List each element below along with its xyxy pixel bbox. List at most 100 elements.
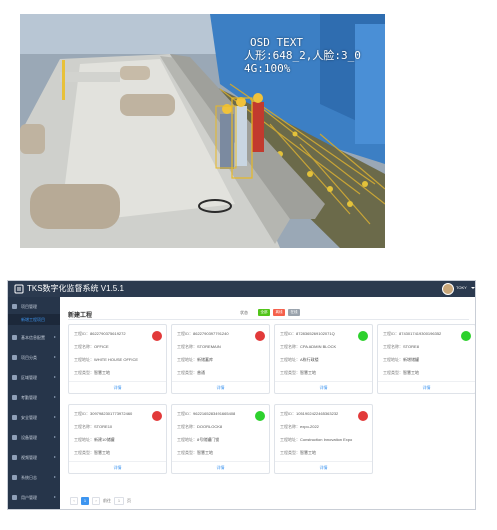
- project-id-value: 8728365269102071Q: [296, 331, 335, 336]
- next-page-button[interactable]: ›: [92, 497, 100, 505]
- project-address-value: 新储蓄库: [197, 357, 213, 362]
- project-type-row: 工程类型：智慧工地: [280, 450, 316, 456]
- project-type-label: 工程类型：: [280, 370, 300, 375]
- status-filter-label: 状态: [240, 310, 248, 315]
- project-name-row: 工程名称：OFFICE: [74, 344, 109, 350]
- project-card[interactable]: 工程ID：3097982301773972460 工程名称：STORE10 工程地址…: [68, 404, 167, 474]
- project-id-row: 工程ID：8728365269102071Q: [280, 331, 335, 337]
- project-id-label: 工程ID：: [383, 331, 399, 336]
- status-indicator-dot: [358, 331, 368, 341]
- goto-label: 前往: [103, 498, 111, 503]
- top-navbar: TKS数字化监督系统 V1.5.1 TOKY: [8, 281, 475, 297]
- sidebar-item-attendance[interactable]: 考勤管理: [8, 392, 60, 403]
- list-icon: [12, 355, 17, 360]
- project-id-value: 9622165283491665408: [193, 411, 236, 416]
- project-card[interactable]: 工程ID：8728365269102071Q 工程名称：CPA ADMIN BLO…: [274, 324, 373, 394]
- card-detail-link[interactable]: 详情: [172, 461, 269, 473]
- status-indicator-dot: [255, 331, 265, 341]
- project-id-row: 工程ID：8622790375619272: [74, 331, 126, 337]
- sidebar-item-label: 项目分类: [21, 354, 37, 360]
- sidebar-item-users[interactable]: 用户管理: [8, 492, 60, 503]
- prev-page-button[interactable]: ‹: [70, 497, 78, 505]
- main-content: 新建工程 状态 全部 离线 在线 工程ID：8622790375619272 工程…: [60, 297, 475, 509]
- project-card[interactable]: 工程ID：8622790375619272 工程名称：OFFICE 工程地址：WHI…: [68, 324, 167, 394]
- project-card[interactable]: 工程ID：1051902422465363232 工程名称：expo-2022 工程…: [274, 404, 373, 474]
- chevron-down-icon[interactable]: [471, 287, 475, 289]
- card-detail-link[interactable]: 详情: [69, 461, 166, 473]
- device-icon: [12, 435, 17, 440]
- video-icon: [12, 455, 17, 460]
- project-type-label: 工程类型：: [177, 450, 197, 455]
- project-address-row: 工程地址：新储蓄库: [177, 357, 213, 363]
- project-type-row: 工程类型：智慧工地: [280, 370, 316, 376]
- pagination: ‹ 1 › 前往 1 页: [70, 497, 131, 505]
- chevron-right-icon: [54, 476, 56, 478]
- card-detail-link[interactable]: 详情: [172, 381, 269, 393]
- project-card[interactable]: 工程ID：8743017419300196352 工程名称：STORE8 工程地址：…: [377, 324, 475, 394]
- sidebar-item-label: 区域管理: [21, 374, 37, 380]
- page-unit-label: 页: [127, 498, 131, 503]
- sidebar-item-video[interactable]: 视频管理: [8, 452, 60, 463]
- sidebar-item-safety[interactable]: 安全管理: [8, 412, 60, 423]
- app-logo-icon: [14, 284, 24, 294]
- project-name-row: 工程名称：STORE8: [383, 344, 419, 350]
- project-name-row: 工程名称：STORE10: [74, 424, 112, 430]
- filter-offline-button[interactable]: 离线: [273, 309, 285, 316]
- page-number-current[interactable]: 1: [81, 497, 89, 505]
- user-name[interactable]: TOKY: [456, 285, 467, 290]
- project-address-value: 新增储罐: [403, 357, 419, 362]
- project-id-row: 工程ID：8622790397791240: [177, 331, 229, 337]
- project-id-row: 工程ID：3097982301773972460: [74, 411, 132, 417]
- sidebar-item-label: 项目管理: [21, 303, 37, 309]
- project-type-value: 智慧工地: [94, 450, 110, 455]
- card-detail-link[interactable]: 详情: [378, 381, 475, 393]
- sidebar-item-new-project[interactable]: 新增工程项目: [8, 314, 60, 325]
- sidebar-item-project-category[interactable]: 项目分类: [8, 352, 60, 363]
- project-type-value: 普通: [197, 370, 205, 375]
- project-id-value: 8743017419300196352: [399, 331, 442, 336]
- project-type-value: 智慧工地: [300, 450, 316, 455]
- chevron-right-icon: [54, 396, 56, 398]
- sidebar-item-system-log[interactable]: 系统日志: [8, 472, 60, 483]
- project-id-value: 8622790375619272: [90, 331, 126, 336]
- project-id-value: 8622790397791240: [193, 331, 229, 336]
- settings-icon: [12, 335, 17, 340]
- project-address-row: 工程地址：新增储罐: [383, 357, 419, 363]
- sidebar-item-label: 基本信息配置: [21, 334, 45, 340]
- card-detail-link[interactable]: 详情: [275, 381, 372, 393]
- project-type-value: 智慧工地: [197, 450, 213, 455]
- project-type-label: 工程类型：: [74, 450, 94, 455]
- sidebar-item-label: 系统日志: [21, 474, 37, 480]
- chevron-right-icon: [54, 456, 56, 458]
- filter-online-button[interactable]: 在线: [288, 309, 300, 316]
- chevron-right-icon: [54, 336, 56, 338]
- dashboard-screenshot: TKS数字化监督系统 V1.5.1 TOKY 项目管理 新增工程项目 基本信息配…: [7, 280, 476, 510]
- sidebar-item-device[interactable]: 设备管理: [8, 432, 60, 443]
- sidebar-item-area-management[interactable]: 区域管理: [8, 372, 60, 383]
- status-indicator-dot: [255, 411, 265, 421]
- status-indicator-dot: [152, 411, 162, 421]
- project-name-label: 工程名称：: [74, 424, 94, 429]
- sidebar-item-project-management[interactable]: 项目管理: [8, 301, 60, 312]
- card-detail-link[interactable]: 详情: [69, 381, 166, 393]
- project-address-row: 工程地址：WHITE HOUSE OFFICE: [74, 357, 138, 363]
- app-title: TKS数字化监督系统 V1.5.1: [27, 284, 124, 293]
- project-name-row: 工程名称：STOREMAIN: [177, 344, 221, 350]
- sidebar-item-label: 考勤管理: [21, 394, 37, 400]
- project-type-value: 智慧工地: [300, 370, 316, 375]
- project-card[interactable]: 工程ID：8622790397791240 工程名称：STOREMAIN 工程地址：…: [171, 324, 270, 394]
- project-type-label: 工程类型：: [280, 450, 300, 455]
- osd-detection-count: 人形:648_2,人脸:3_0: [244, 49, 361, 62]
- goto-page-input[interactable]: 1: [114, 497, 124, 505]
- project-name-label: 工程名称：: [177, 344, 197, 349]
- filter-all-button[interactable]: 全部: [258, 309, 270, 316]
- user-avatar[interactable]: [442, 283, 454, 295]
- project-type-row: 工程类型：智慧工地: [383, 370, 419, 376]
- project-address-label: 工程地址：: [177, 437, 197, 442]
- sidebar-item-basic-config[interactable]: 基本信息配置: [8, 332, 60, 343]
- shield-icon: [12, 415, 17, 420]
- card-detail-link[interactable]: 详情: [275, 461, 372, 473]
- project-name-label: 工程名称：: [383, 344, 403, 349]
- project-card[interactable]: 工程ID：9622165283491665408 工程名称：DOORLOCK8 工程…: [171, 404, 270, 474]
- project-type-row: 工程类型：智慧工地: [177, 450, 213, 456]
